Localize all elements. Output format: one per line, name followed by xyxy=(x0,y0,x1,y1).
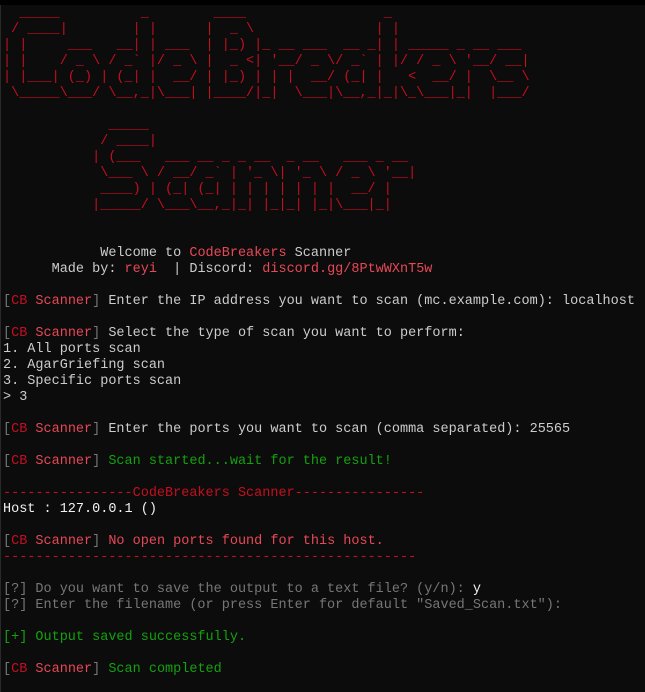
tag-bracket: [ xyxy=(3,454,12,469)
window-top-bar xyxy=(0,0,645,5)
tag-name: Scanner xyxy=(27,534,93,549)
filename-prompt-line: [?] Enter the filename (or press Enter f… xyxy=(3,598,562,613)
made-by-label: Made by: xyxy=(3,262,125,277)
tag-cb: CB xyxy=(11,534,28,549)
no-ports-text: No open ports found for this host. xyxy=(100,534,384,549)
banner-scanner-line: _____ xyxy=(3,118,417,133)
tag-bracket: [ xyxy=(3,422,12,437)
banner-scanner-line: \___ \ / __/ _` | '_ \| '_ \ / _ \ '__| xyxy=(3,166,417,181)
banner-scanner-line: ____) | (_| (_| | | | | | | | __/ | xyxy=(3,182,417,197)
tag-bracket: [ xyxy=(3,662,12,677)
banner-codebreakers-line: | | ___ __| | ___ | |_) |_ __ ___ __ _| … xyxy=(3,38,530,53)
scan-option: 1. All ports scan xyxy=(3,342,141,357)
tag-bracket: [ xyxy=(3,294,12,309)
saved-line: [+] Output saved successfully. xyxy=(3,630,247,645)
tag-name: Scanner xyxy=(27,294,93,309)
scan-option: 3. Specific ports scan xyxy=(3,374,182,389)
tag-name: Scanner xyxy=(27,422,93,437)
completed-line: [CB Scanner] Scan completed xyxy=(3,662,635,678)
no-ports-line: [CB Scanner] No open ports found for thi… xyxy=(3,534,635,550)
banner-codebreakers-line: \_____\___/ \__,_|\___| |____/|_| \___|\… xyxy=(3,86,530,101)
author-name: reyi xyxy=(124,262,157,277)
welcome-line: Welcome to CodeBreakers Scanner xyxy=(3,246,635,262)
result-header: ----------------CodeBreakers Scanner----… xyxy=(3,486,425,501)
scan-type-prompt-text: Select the type of scan you want to perf… xyxy=(100,326,465,341)
tag-cb: CB xyxy=(11,326,28,341)
host-line: Host : 127.0.0.1 () xyxy=(3,502,157,517)
banner-scanner-line: | (___ ___ __ _ _ __ _ __ ___ _ __ xyxy=(3,150,417,165)
banner-codebreakers-line: / ____| | | | _ \ | | xyxy=(3,22,530,37)
banner-codebreakers-line: | | / _ \ / _` |/ _ \ | _ <| '__/ _ \/ _… xyxy=(3,54,530,69)
ip-prompt-line: [CB Scanner] Enter the IP address you wa… xyxy=(3,294,635,310)
tag-name: Scanner xyxy=(27,454,93,469)
window-left-border xyxy=(0,5,1,692)
scan-option: 2. AgarGriefing scan xyxy=(3,358,166,373)
tag-bracket: [ xyxy=(3,534,12,549)
tag-cb: CB xyxy=(11,454,28,469)
ports-prompt-text: Enter the ports you want to scan (comma … xyxy=(100,422,530,437)
banner-scanner-line: / ____| xyxy=(3,134,417,149)
ports-prompt-line: [CB Scanner] Enter the ports you want to… xyxy=(3,422,635,438)
tag-cb: CB xyxy=(11,662,28,677)
terminal-output: _____ _ ____ _ / ____| | | | _ \ | | | |… xyxy=(3,6,635,678)
completed-text: Scan completed xyxy=(100,662,222,677)
save-input-value: y xyxy=(472,582,481,597)
tag-bracket: [ xyxy=(3,326,12,341)
welcome-brand: CodeBreakers xyxy=(189,246,287,261)
tag-name: Scanner xyxy=(27,662,93,677)
discord-label: | Discord: xyxy=(156,262,263,277)
scan-started-text: Scan started...wait for the result! xyxy=(100,454,392,469)
tag-cb: CB xyxy=(11,294,28,309)
welcome-suffix: Scanner xyxy=(286,246,352,261)
tag-cb: CB xyxy=(11,422,28,437)
save-prompt-line: [?] Do you want to save the output to a … xyxy=(3,582,635,598)
credits-line: Made by: reyi | Discord: discord.gg/8Ptw… xyxy=(3,262,635,278)
result-footer: ----------------------------------------… xyxy=(3,550,417,565)
tag-name: Scanner xyxy=(27,326,93,341)
banner-codebreakers-line: _____ _ ____ _ xyxy=(3,6,530,21)
ip-prompt-text: Enter the IP address you want to scan (m… xyxy=(100,294,563,309)
banner-codebreakers-line: | |___| (_) | (_| | __/ | |_) | | | __/ … xyxy=(3,70,530,85)
banner-scanner-line: |_____/ \___\__,_|_| |_|_| |_|\___|_| xyxy=(3,198,417,213)
welcome-prefix: Welcome to xyxy=(3,246,190,261)
ip-input-value: localhost xyxy=(562,294,635,309)
save-prompt-text: [?] Do you want to save the output to a … xyxy=(3,582,473,597)
scan-choice-input: > 3 xyxy=(3,390,28,405)
ports-input-value: 25565 xyxy=(529,422,571,437)
discord-link[interactable]: discord.gg/8PtwWXnT5w xyxy=(262,262,432,277)
scan-started-line: [CB Scanner] Scan started...wait for the… xyxy=(3,454,635,470)
scan-type-prompt-line: [CB Scanner] Select the type of scan you… xyxy=(3,326,635,342)
